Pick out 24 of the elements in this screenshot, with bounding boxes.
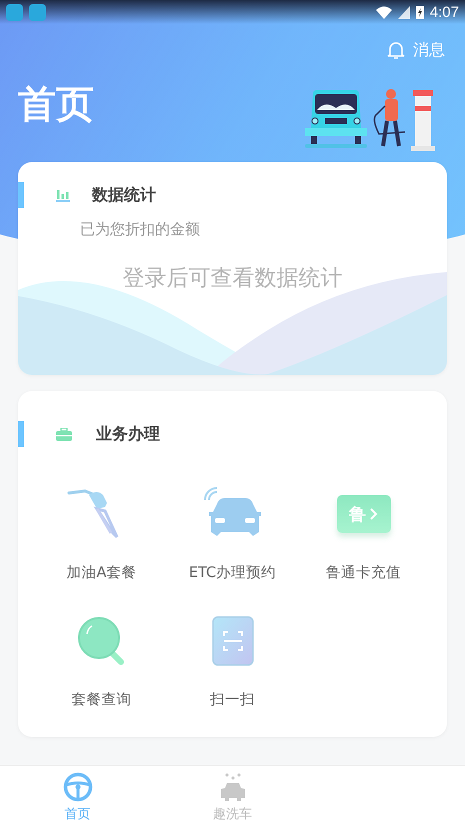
app-notification-icon bbox=[6, 4, 23, 20]
card-subtitle: 已为您折扣的金额 bbox=[80, 220, 201, 239]
card-title: 数据统计 bbox=[92, 184, 156, 206]
service-item[interactable]: 鲁 鲁通卡充值 bbox=[298, 477, 429, 582]
service-item[interactable]: 加油A套餐 bbox=[36, 477, 167, 582]
bell-icon[interactable] bbox=[387, 40, 405, 60]
card-title: 业务办理 bbox=[96, 424, 160, 444]
wifi-icon bbox=[376, 6, 392, 18]
section-accent-bar bbox=[18, 182, 24, 208]
bar-chart-icon bbox=[56, 188, 70, 202]
car-wash-icon bbox=[218, 772, 246, 802]
steering-wheel-icon bbox=[62, 772, 92, 802]
section-accent-bar bbox=[18, 421, 24, 447]
service-item[interactable]: 扫一扫 bbox=[167, 604, 298, 709]
service-item[interactable]: ETC办理预约 bbox=[167, 477, 298, 582]
status-time: 4:07 bbox=[430, 4, 459, 20]
service-item[interactable]: 套餐查询 bbox=[36, 604, 167, 709]
login-prompt-text: 登录后可查看数据统计 bbox=[122, 265, 342, 293]
card-recharge-icon: 鲁 bbox=[336, 495, 390, 533]
page-title: 首页 bbox=[18, 81, 94, 128]
briefcase-icon bbox=[56, 428, 72, 440]
signal-icon bbox=[398, 6, 410, 18]
app-notification-icon bbox=[29, 4, 46, 20]
scan-icon bbox=[212, 616, 254, 666]
